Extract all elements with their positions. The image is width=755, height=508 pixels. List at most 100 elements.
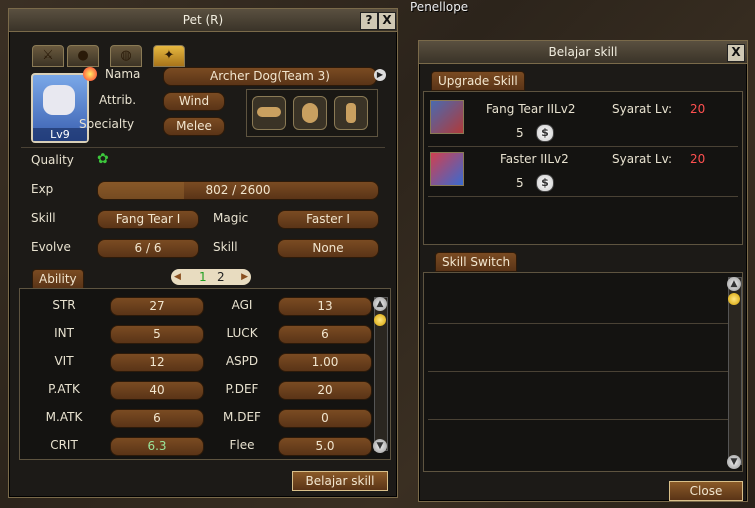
scroll-up-icon[interactable]: ▲ [373, 297, 387, 311]
stat-value: 27 [110, 297, 204, 316]
stat-label: CRIT [50, 438, 78, 452]
skill-value: Fang Tear I [97, 210, 199, 229]
stat-value: 0 [278, 409, 372, 428]
eggs-icon: ◍ [120, 48, 132, 63]
stat-value: 13 [278, 297, 372, 316]
player-name-label: Penellope [410, 0, 469, 14]
stat-value: 6.3 [110, 437, 204, 456]
pet-name-field: Archer Dog(Team 3) [163, 67, 377, 86]
skill-icon-fang-tear[interactable] [430, 100, 464, 134]
tab-egg[interactable]: ● [67, 45, 99, 67]
skill-window-title: Belajar skill [548, 45, 618, 59]
tab-eggs[interactable]: ◍ [110, 45, 142, 67]
stat-value: 5.0 [278, 437, 372, 456]
egg-icon: ● [77, 48, 89, 63]
pet-window-titlebar[interactable]: Pet (R) [9, 9, 397, 32]
skill-switch-tab[interactable]: Skill Switch [435, 252, 518, 272]
exp-bar-fill [98, 182, 185, 199]
equip-slot-goggles[interactable] [252, 96, 286, 130]
divider [428, 371, 728, 372]
stat-label: M.DEF [223, 410, 261, 424]
stat-value: 6 [110, 409, 204, 428]
specialty-label: Specialty [79, 117, 135, 131]
equip-slot-armor[interactable] [293, 96, 327, 130]
skill-requirement-label: Syarat Lv: [612, 152, 673, 166]
skill-name: Fang Tear IILv2 [486, 102, 576, 116]
skill-required-level: 20 [690, 152, 706, 166]
flower-icon [83, 67, 97, 81]
paw-icon: ✦ [163, 48, 175, 63]
dog-face-icon [43, 85, 75, 115]
skill-window: Belajar skill X Upgrade Skill Fang Tear … [418, 40, 748, 502]
magic-label: Magic [213, 211, 249, 225]
stat-label: Flee [229, 438, 255, 452]
stat-value: 40 [110, 381, 204, 400]
page-2[interactable]: 2 [217, 269, 225, 285]
arrow-right-icon[interactable]: ▶ [374, 69, 386, 81]
stat-value: 12 [110, 353, 204, 372]
armor-icon [302, 103, 318, 123]
scroll-down-icon[interactable]: ▼ [727, 455, 741, 469]
silver-coin-icon: $ [536, 174, 554, 192]
equip-slots [246, 89, 378, 137]
pet-window: Pet (R) ? X ⚔ ● ◍ ✦ Lv9 Nama Archer Dog(… [8, 8, 398, 498]
equip-slot-accessory[interactable] [334, 96, 368, 130]
page-selector: ◀ 1 2 ▶ [171, 269, 251, 285]
divider [428, 196, 738, 197]
exp-label: Exp [31, 182, 54, 196]
ability-tab[interactable]: Ability [32, 269, 84, 289]
page-1[interactable]: 1 [199, 269, 207, 285]
close-icon[interactable]: X [727, 44, 745, 62]
tab-paw[interactable]: ✦ [153, 45, 185, 67]
stat-value: 5 [110, 325, 204, 344]
page-prev-icon[interactable]: ◀ [174, 269, 181, 285]
stat-label: INT [54, 326, 74, 340]
exp-bar: 802 / 2600 [97, 181, 379, 200]
attrib-label: Attrib. [99, 93, 137, 107]
skill-cost: 5 [516, 126, 524, 140]
stat-label: LUCK [226, 326, 258, 340]
stat-label: P.ATK [48, 382, 80, 396]
stat-label: STR [52, 298, 76, 312]
stat-value: 6 [278, 325, 372, 344]
skill-window-titlebar[interactable]: Belajar skill [419, 41, 747, 64]
stat-value: 1.00 [278, 353, 372, 372]
close-button[interactable]: Close [669, 481, 743, 501]
help-button[interactable]: ? [360, 12, 378, 30]
skill2-label: Skill [213, 240, 238, 254]
stat-label: VIT [54, 354, 74, 368]
skill-switch-scrollbar[interactable] [728, 277, 742, 465]
stat-label: M.ATK [45, 410, 83, 424]
page-next-icon[interactable]: ▶ [241, 269, 248, 285]
skill-icon-faster[interactable] [430, 152, 464, 186]
ability-panel: STR 27 AGI 13 INT 5 LUCK 6 VIT 12 ASPD 1.00 P.ATK 40 P… [19, 288, 391, 460]
scroll-thumb[interactable] [374, 314, 386, 326]
skill-requirement-label: Syarat Lv: [612, 102, 673, 116]
stat-label: P.DEF [225, 382, 259, 396]
skill-cost: 5 [516, 176, 524, 190]
swords-icon: ⚔ [42, 48, 54, 63]
specialty-value: Melee [163, 117, 225, 136]
divider [428, 419, 728, 420]
scroll-up-icon[interactable]: ▲ [727, 277, 741, 291]
upgrade-skill-panel: Fang Tear IILv2 Syarat Lv: 20 5 $ Faster… [423, 91, 743, 245]
stat-value: 20 [278, 381, 372, 400]
silver-coin-icon: $ [536, 124, 554, 142]
nama-label: Nama [105, 67, 141, 81]
quality-paw-icon: ✿ [97, 151, 109, 167]
stat-label: AGI [231, 298, 253, 312]
pet-portrait: Lv9 [31, 73, 89, 143]
skill-name: Faster IILv2 [500, 152, 569, 166]
close-icon[interactable]: X [378, 12, 396, 30]
tab-combat[interactable]: ⚔ [32, 45, 64, 67]
scroll-down-icon[interactable]: ▼ [373, 439, 387, 453]
divider [21, 147, 385, 148]
skill-required-level: 20 [690, 102, 706, 116]
learn-skill-button[interactable]: Belajar skill [292, 471, 388, 491]
upgrade-skill-tab[interactable]: Upgrade Skill [431, 71, 525, 91]
goggles-icon [257, 107, 281, 117]
skill-label: Skill [31, 211, 56, 225]
divider [428, 323, 728, 324]
scroll-thumb[interactable] [728, 293, 740, 305]
evolve-label: Evolve [31, 240, 71, 254]
